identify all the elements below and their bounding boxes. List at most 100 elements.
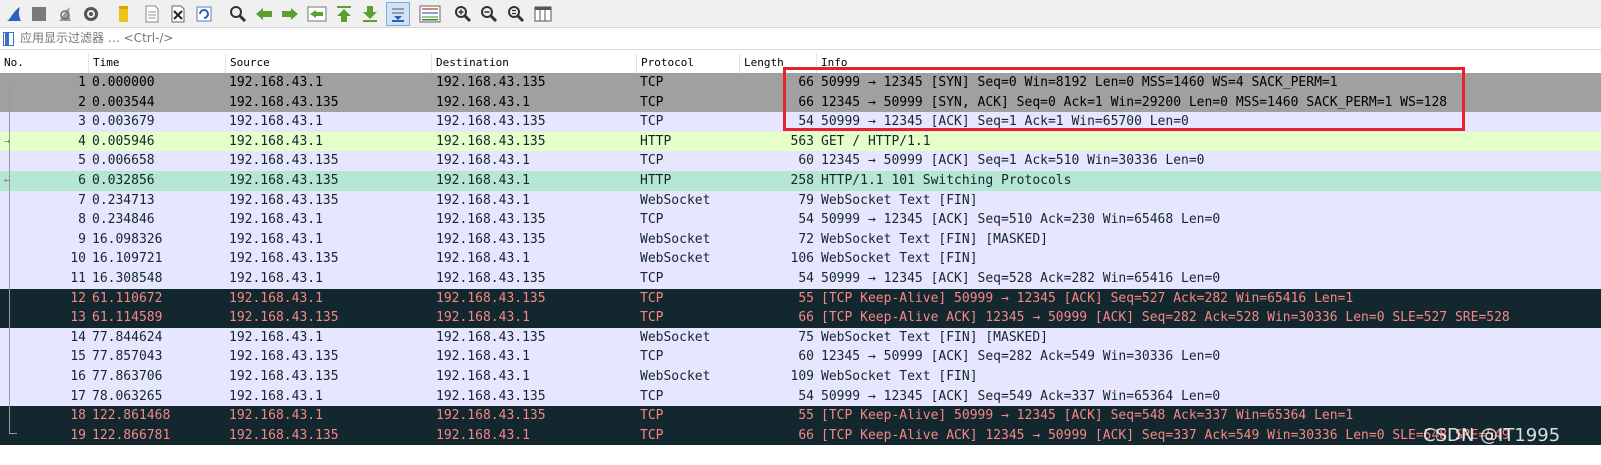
packet-destination: 192.168.43.1 <box>436 192 530 208</box>
display-filter-bar <box>0 28 1601 50</box>
zoom-in-icon[interactable] <box>452 3 473 24</box>
packet-length: 79 <box>798 192 814 208</box>
column-header-source[interactable]: Source <box>226 53 432 73</box>
go-back-arrow-icon[interactable] <box>253 3 274 24</box>
packet-time: 0.234713 <box>92 192 155 208</box>
stop-square-icon[interactable] <box>28 3 49 24</box>
packet-destination: 192.168.43.1 <box>436 368 530 384</box>
packet-destination: 192.168.43.135 <box>436 270 546 286</box>
packet-no: 11 <box>70 270 86 286</box>
packet-time: 16.109721 <box>92 251 163 267</box>
packet-row[interactable]: 11 16.308548 192.168.43.1 192.168.43.135 TCP… <box>0 268 1601 289</box>
file-icon[interactable] <box>141 3 162 24</box>
packet-source: 192.168.43.135 <box>229 251 339 267</box>
packet-source: 192.168.43.135 <box>229 153 339 169</box>
packet-no: 2 <box>78 94 86 110</box>
packet-source: 192.168.43.135 <box>229 94 339 110</box>
packet-length: 258 <box>790 172 814 188</box>
filter-bookmark-icon[interactable] <box>3 31 14 46</box>
packet-row[interactable]: 18 122.861468 192.168.43.1 192.168.43.135 TC… <box>0 406 1601 426</box>
packet-row[interactable]: 16 77.863706 192.168.43.135 192.168.43.1 Web… <box>0 366 1601 387</box>
packet-no: 18 <box>70 408 86 424</box>
packet-source: 192.168.43.1 <box>229 388 323 404</box>
packet-protocol: TCP <box>640 349 664 365</box>
packet-time: 77.863706 <box>92 368 163 384</box>
packet-row[interactable]: 17 78.063265 192.168.43.1 192.168.43.135 TCP… <box>0 386 1601 407</box>
packet-row[interactable]: 19 122.866781 192.168.43.135 192.168.43.1 TC… <box>0 425 1601 446</box>
packet-no: 14 <box>70 329 86 345</box>
restart-fin-icon[interactable] <box>54 3 75 24</box>
shark-fin-start-icon[interactable] <box>3 3 24 24</box>
go-forward-arrow-icon[interactable] <box>279 3 300 24</box>
packet-protocol: TCP <box>640 310 664 326</box>
packet-row[interactable]: 4 0.005946 192.168.43.1 192.168.43.135 HTTP 5… <box>0 131 1601 152</box>
colorize-icon[interactable] <box>418 3 442 24</box>
packet-protocol: WebSocket <box>640 251 711 267</box>
packet-row[interactable]: 7 0.234713 192.168.43.135 192.168.43.1 WebSo… <box>0 190 1601 211</box>
packet-row[interactable]: 6 0.032856 192.168.43.135 192.168.43.1 HTTP 2… <box>0 170 1601 191</box>
packet-destination: 192.168.43.135 <box>436 329 546 345</box>
packet-row[interactable]: 12 61.110672 192.168.43.1 192.168.43.135 TCP… <box>0 288 1601 309</box>
packet-length: 54 <box>798 388 814 404</box>
packet-destination: 192.168.43.1 <box>436 310 530 326</box>
column-header-time[interactable]: Time <box>89 53 226 73</box>
find-magnifier-icon[interactable] <box>227 3 248 24</box>
packet-time: 77.857043 <box>92 349 163 365</box>
packet-time: 0.005946 <box>92 133 155 149</box>
packet-length: 66 <box>798 427 814 443</box>
packet-row[interactable]: 15 77.857043 192.168.43.135 192.168.43.1 TCP… <box>0 347 1601 367</box>
column-header-protocol[interactable]: Protocol <box>637 53 740 73</box>
packet-no: 13 <box>70 310 86 326</box>
packet-info: 50999 → 12345 [ACK] Seq=528 Ack=282 Win=… <box>821 270 1221 286</box>
packet-info: WebSocket Text [FIN] <box>821 251 978 267</box>
packet-destination: 192.168.43.135 <box>436 212 546 228</box>
packet-source: 192.168.43.1 <box>229 329 323 345</box>
display-filter-input[interactable] <box>20 29 1590 47</box>
packet-protocol: TCP <box>640 153 664 169</box>
go-to-packet-icon[interactable] <box>306 3 327 24</box>
request-arrow-icon: → <box>4 136 11 147</box>
go-first-icon[interactable] <box>333 3 354 24</box>
packet-time: 122.866781 <box>92 427 171 443</box>
reload-icon[interactable] <box>193 3 214 24</box>
autoscroll-icon[interactable] <box>386 2 410 26</box>
column-header-destination[interactable]: Destination <box>432 53 637 73</box>
packet-info: 12345 → 50999 [ACK] Seq=1 Ack=510 Win=30… <box>821 153 1205 169</box>
packet-source: 192.168.43.135 <box>229 368 339 384</box>
packet-time: 0.000000 <box>92 75 155 90</box>
packet-destination: 192.168.43.1 <box>436 172 530 188</box>
packet-protocol: TCP <box>640 114 664 130</box>
packet-time: 16.098326 <box>92 231 163 247</box>
packet-protocol: HTTP <box>640 172 672 188</box>
packet-row[interactable]: 10 16.109721 192.168.43.135 192.168.43.1 Web… <box>0 249 1601 269</box>
packet-no: 1 <box>78 75 86 90</box>
packet-time: 122.861468 <box>92 408 171 424</box>
packet-length: 109 <box>790 368 814 384</box>
capture-options-gear-icon[interactable] <box>80 3 101 24</box>
response-arrow-icon: ← <box>4 175 11 186</box>
packet-no: 9 <box>78 231 86 247</box>
packet-row[interactable]: 13 61.114589 192.168.43.135 192.168.43.1 TCP… <box>0 308 1601 328</box>
packet-row[interactable]: 14 77.844624 192.168.43.1 192.168.43.135 Web… <box>0 327 1601 348</box>
packet-row[interactable]: 9 16.098326 192.168.43.1 192.168.43.135 WebS… <box>0 229 1601 250</box>
packet-destination: 192.168.43.135 <box>436 114 546 130</box>
go-last-icon[interactable] <box>359 3 380 24</box>
packet-row[interactable]: 5 0.006658 192.168.43.135 192.168.43.1 TCP 60… <box>0 151 1601 171</box>
packet-info: [TCP Keep-Alive] 50999 → 12345 [ACK] Seq… <box>821 290 1354 306</box>
packet-length: 55 <box>798 290 814 306</box>
zoom-out-icon[interactable] <box>478 3 499 24</box>
zoom-normal-icon[interactable] <box>505 3 526 24</box>
packet-source: 192.168.43.1 <box>229 231 323 247</box>
packet-time: 0.234846 <box>92 212 155 228</box>
open-folder-icon[interactable] <box>113 3 134 24</box>
packet-info: 50999 → 12345 [ACK] Seq=510 Ack=230 Win=… <box>821 212 1221 228</box>
close-file-icon[interactable] <box>167 3 188 24</box>
column-header-no[interactable]: No. <box>0 53 89 73</box>
packet-destination: 192.168.43.1 <box>436 349 530 365</box>
packet-length: 106 <box>790 251 814 267</box>
resize-columns-icon[interactable] <box>532 3 553 24</box>
packet-time: 0.003679 <box>92 114 155 130</box>
packet-row[interactable]: 8 0.234846 192.168.43.1 192.168.43.135 TCP 54… <box>0 210 1601 230</box>
packet-no: 5 <box>78 153 86 169</box>
packet-time: 16.308548 <box>92 270 163 286</box>
